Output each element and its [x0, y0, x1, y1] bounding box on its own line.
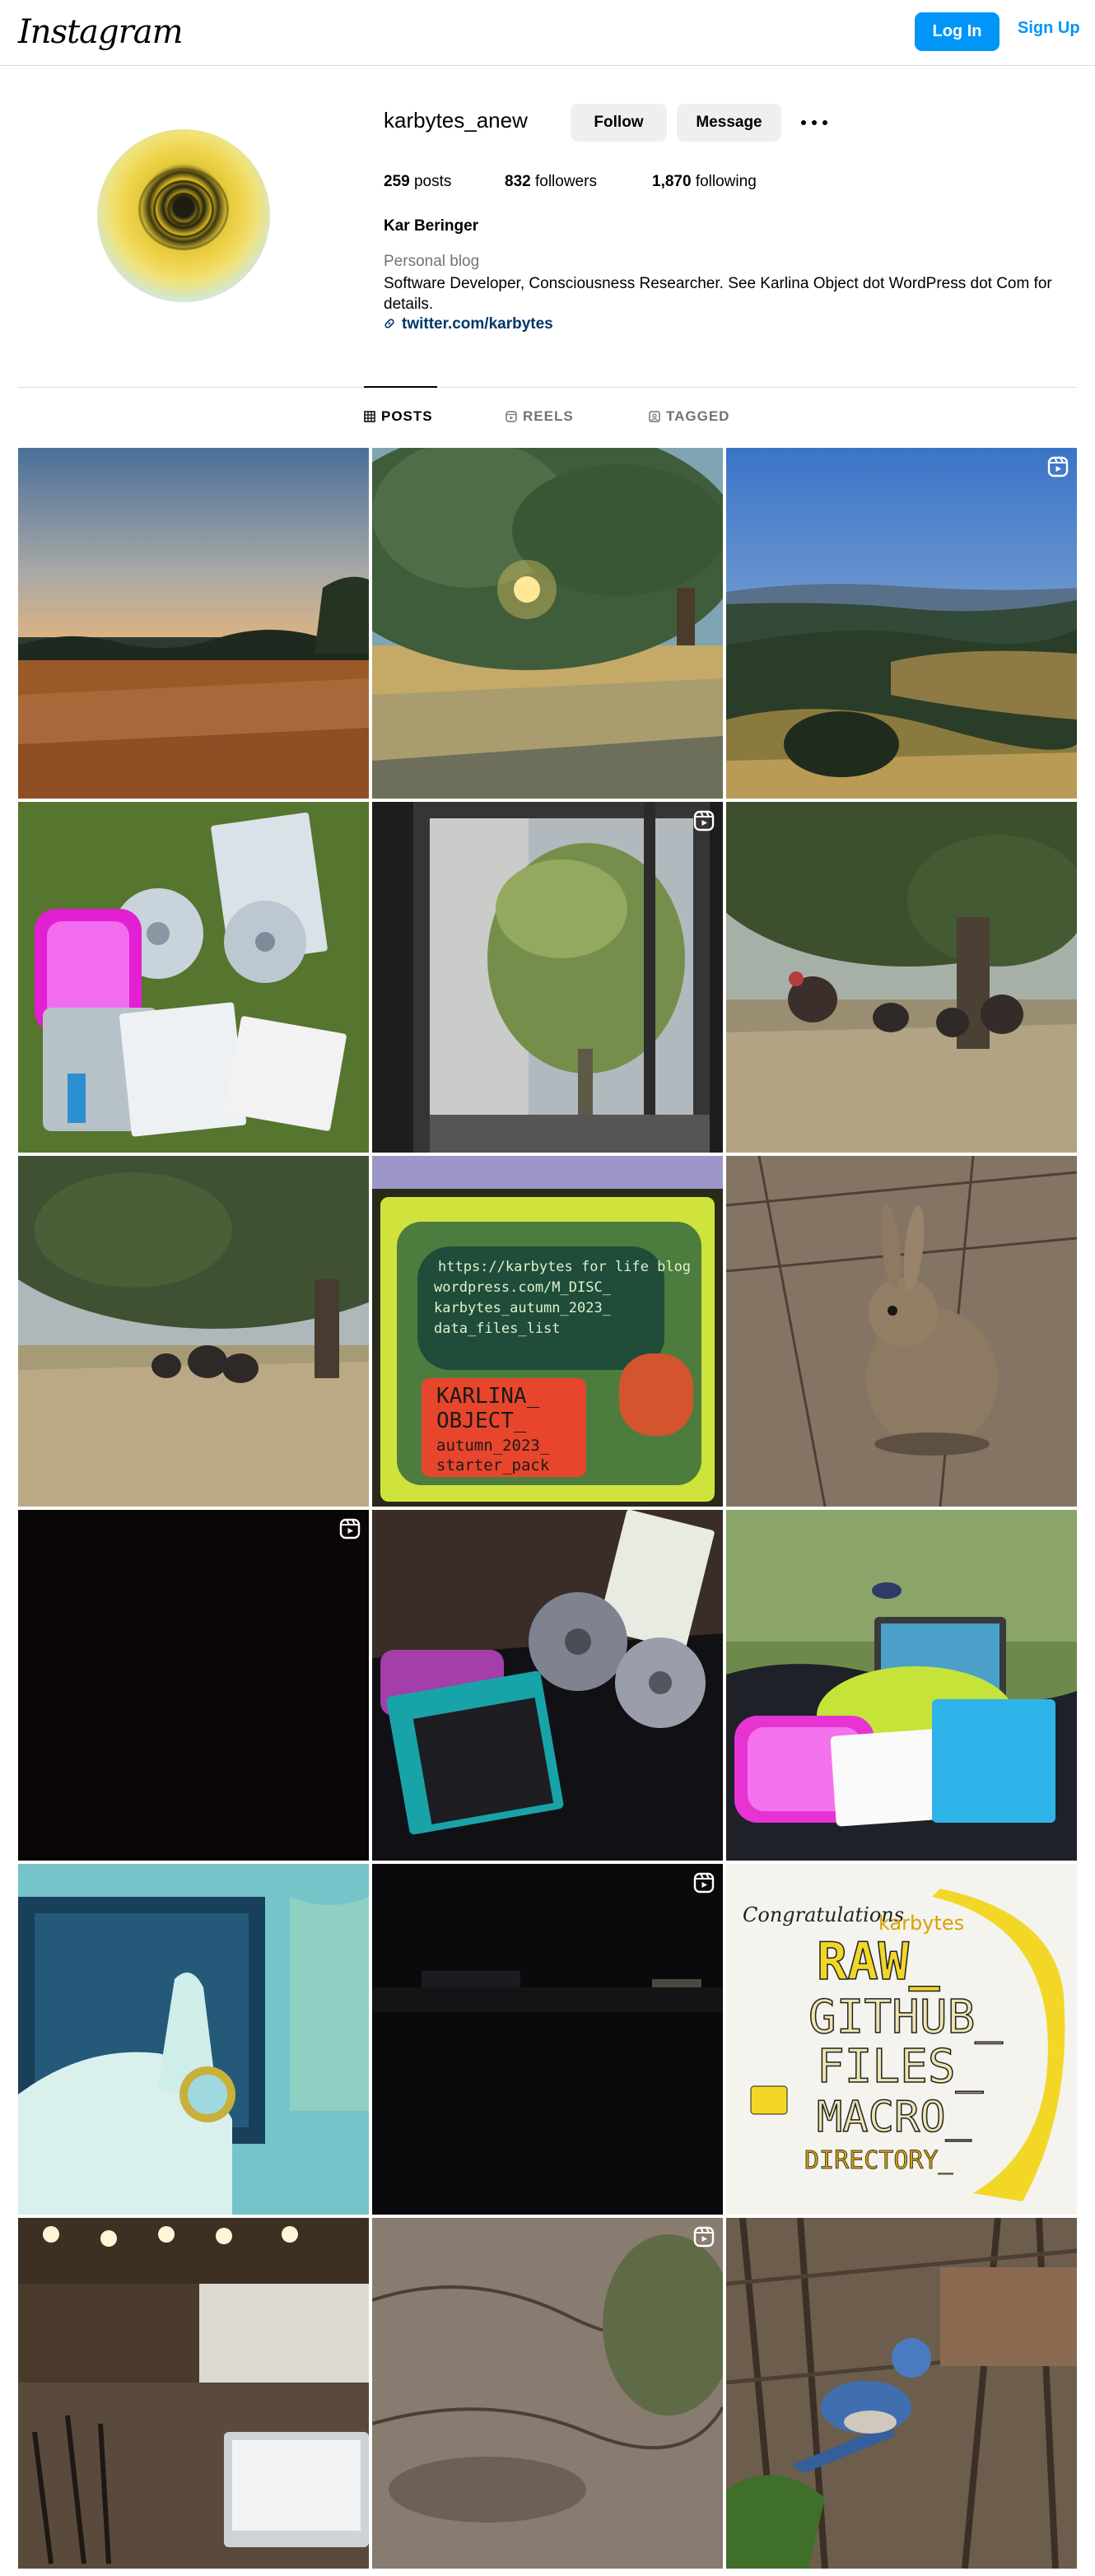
- post-tile[interactable]: [726, 1510, 1077, 1861]
- post-tile[interactable]: [726, 2218, 1077, 2569]
- posts-label: posts: [413, 173, 452, 190]
- tab-posts[interactable]: POSTS: [364, 408, 433, 425]
- tab-reels-label: REELS: [523, 408, 574, 424]
- post-image: [18, 448, 369, 799]
- post-image: [372, 2218, 723, 2569]
- drawing-text-line: https://karbytes for life blog: [438, 1259, 691, 1275]
- post-tile[interactable]: [726, 448, 1077, 799]
- instagram-logo[interactable]: Instagram: [18, 13, 184, 51]
- post-tile[interactable]: [18, 448, 369, 799]
- drawing-text-line: karbytes_autumn_2023_: [434, 1300, 612, 1316]
- follow-button[interactable]: Follow: [571, 104, 667, 142]
- post-tile[interactable]: [18, 1864, 369, 2215]
- drawing-text-line: wordpress.com/M_DISC_: [434, 1279, 612, 1296]
- post-image: [372, 1510, 723, 1861]
- posts-count: 259: [384, 173, 410, 190]
- tagged-icon: [649, 411, 660, 422]
- grid-icon: [364, 411, 375, 422]
- posts-stat: 259 posts: [384, 173, 451, 191]
- reels-icon: [506, 411, 517, 422]
- post-tile[interactable]: [726, 1156, 1077, 1507]
- tab-tagged-label: TAGGED: [666, 408, 730, 424]
- post-image: [18, 1156, 369, 1507]
- top-nav: Instagram Log In Sign Up: [0, 0, 1095, 66]
- post-tile[interactable]: Congratulations karbytes RAW_ GITHUB_ FI…: [726, 1864, 1077, 2215]
- profile-full-name: Kar Beringer: [384, 217, 479, 235]
- post-tile[interactable]: [18, 802, 369, 1153]
- profile-link[interactable]: twitter.com/karbytes: [384, 315, 553, 333]
- reel-icon: [693, 1872, 715, 1894]
- post-image: [726, 1156, 1077, 1507]
- link-icon: [384, 319, 394, 328]
- post-image: [726, 2218, 1077, 2569]
- post-image: [18, 802, 369, 1153]
- drawing-text-line: starter_pack: [436, 1456, 550, 1474]
- drawing-text-line: OBJECT_: [436, 1409, 527, 1433]
- post-tile[interactable]: [372, 1510, 723, 1861]
- post-tile[interactable]: [726, 802, 1077, 1153]
- profile-category: Personal blog: [384, 253, 480, 270]
- post-tile[interactable]: [372, 802, 723, 1153]
- profile-link-text: twitter.com/karbytes: [402, 315, 553, 333]
- post-image: https://karbytes for life blog wordpress…: [372, 1156, 723, 1507]
- drawing-text-line: RAW_: [817, 1931, 940, 1991]
- signup-link[interactable]: Sign Up: [1018, 19, 1080, 38]
- post-tile[interactable]: [372, 1864, 723, 2215]
- active-tab-indicator: [364, 386, 437, 388]
- drawing-text-line: data_files_list: [434, 1321, 561, 1337]
- post-image: [726, 802, 1077, 1153]
- post-image: [726, 448, 1077, 799]
- message-button[interactable]: Message: [677, 104, 781, 142]
- followers-stat[interactable]: 832 followers: [505, 173, 597, 191]
- reel-icon: [693, 810, 715, 831]
- post-image: [372, 448, 723, 799]
- post-image: [372, 1864, 723, 2215]
- post-tile[interactable]: [18, 1156, 369, 1507]
- following-count: 1,870: [652, 173, 692, 190]
- post-tile[interactable]: [18, 1510, 369, 1861]
- drawing-text-line: MACRO_: [817, 2093, 972, 2142]
- followers-count: 832: [505, 173, 531, 190]
- drawing-text-line: GITHUB_: [808, 1991, 1003, 2044]
- drawing-text-line: KARLINA_: [436, 1384, 540, 1409]
- profile-username: karbytes_anew: [384, 108, 528, 133]
- post-image: Congratulations karbytes RAW_ GITHUB_ FI…: [726, 1864, 1077, 2215]
- post-tile[interactable]: [18, 2218, 369, 2569]
- post-image: [372, 802, 723, 1153]
- more-options-icon[interactable]: [801, 120, 827, 125]
- tab-posts-label: POSTS: [381, 408, 433, 424]
- tab-reels[interactable]: REELS: [506, 408, 574, 425]
- post-image: [726, 1510, 1077, 1861]
- followers-label: followers: [534, 173, 597, 190]
- drawing-text-line: FILES_: [817, 2040, 984, 2094]
- post-image: [18, 1864, 369, 2215]
- post-tile[interactable]: [372, 2218, 723, 2569]
- drawing-text-line: autumn_2023_: [436, 1437, 550, 1455]
- tab-tagged[interactable]: TAGGED: [649, 408, 729, 425]
- drawing-text-line: DIRECTORY_: [804, 2146, 954, 2175]
- following-label: following: [695, 173, 757, 190]
- post-image: [18, 2218, 369, 2569]
- post-tile[interactable]: https://karbytes for life blog wordpress…: [372, 1156, 723, 1507]
- profile-divider: [18, 387, 1077, 388]
- reel-icon: [339, 1518, 361, 1540]
- reel-icon: [1047, 456, 1069, 477]
- profile-bio: Software Developer, Consciousness Resear…: [384, 275, 1052, 313]
- reel-icon: [693, 2226, 715, 2248]
- post-tile[interactable]: [372, 448, 723, 799]
- following-stat[interactable]: 1,870 following: [652, 173, 757, 191]
- login-button[interactable]: Log In: [915, 12, 999, 51]
- post-image: [18, 1510, 369, 1861]
- avatar[interactable]: [97, 129, 270, 302]
